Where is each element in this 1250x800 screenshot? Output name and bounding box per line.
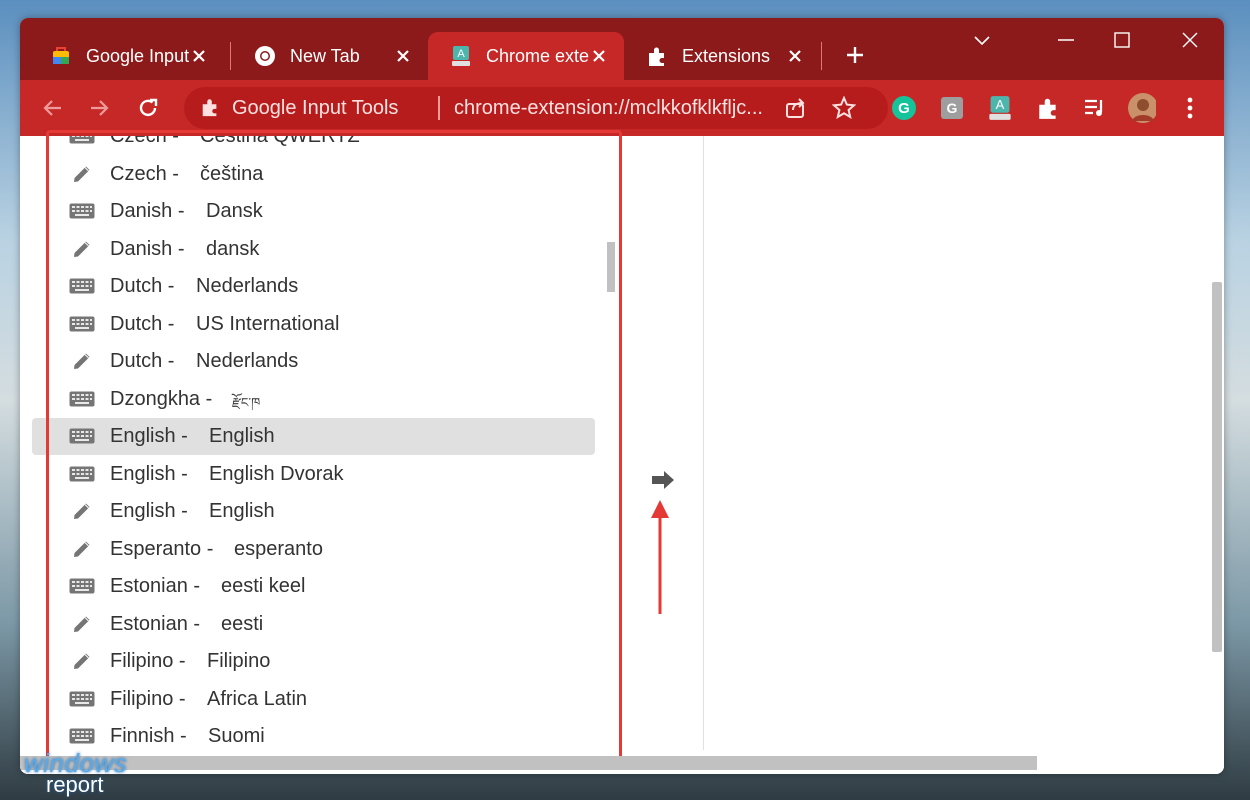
omnibox-divider — [438, 96, 440, 120]
maximize-button[interactable] — [1100, 26, 1144, 54]
tab-search-button[interactable] — [960, 26, 1004, 54]
chrome-icon — [254, 45, 276, 67]
svg-text:G: G — [947, 100, 958, 116]
page-scrollbar-thumb[interactable] — [1212, 282, 1222, 652]
input-tools-extension-icon: A — [450, 45, 472, 67]
tab-separator — [230, 42, 231, 70]
share-icon[interactable] — [784, 96, 808, 126]
close-icon[interactable] — [784, 45, 806, 67]
tab-label: Google Input — [86, 45, 190, 66]
pane-divider — [703, 136, 704, 750]
tab-new-tab[interactable]: New Tab — [232, 32, 428, 80]
tab-extensions[interactable]: Extensions — [624, 32, 820, 80]
window-close-button[interactable] — [1168, 26, 1212, 54]
watermark-line1: windows — [24, 748, 128, 778]
horizontal-scrollbar-thumb[interactable] — [20, 756, 1037, 770]
forward-button[interactable] — [84, 92, 116, 124]
site-title: Google Input Tools — [232, 97, 399, 119]
close-icon[interactable] — [588, 45, 610, 67]
puzzle-icon — [200, 97, 220, 123]
puzzle-icon[interactable] — [1034, 94, 1062, 122]
highlight-annotation — [46, 130, 622, 762]
tab-label: Extensions — [682, 45, 771, 66]
add-language-arrow-icon[interactable] — [650, 469, 676, 491]
svg-text:A: A — [457, 48, 465, 60]
watermark-logo: windows report — [24, 748, 128, 796]
tab-strip: Google Input New Tab A Chrome exte Exten… — [20, 18, 1224, 80]
browser-toolbar: Google Input Tools chrome-extension://mc… — [20, 80, 1224, 136]
back-button[interactable] — [36, 92, 68, 124]
puzzle-icon — [646, 45, 668, 67]
page-content: Czech - Čeština QWERTZ Czech - čeština Danis… — [20, 130, 1224, 774]
reload-button[interactable] — [132, 92, 164, 124]
tab-separator — [821, 42, 822, 70]
google-input-tools-icon — [50, 45, 72, 67]
tab-google-input[interactable]: Google Input — [28, 32, 224, 80]
avatar[interactable] — [1128, 93, 1156, 123]
url-text: chrome-extension://mclkkofklkfljc... — [454, 97, 763, 119]
tab-label: Chrome exte — [486, 45, 590, 66]
minimize-button[interactable] — [1044, 26, 1088, 54]
annotation-arrow-icon — [651, 500, 669, 614]
svg-text:G: G — [898, 100, 910, 117]
g-extension-icon[interactable]: G — [938, 94, 966, 122]
address-bar[interactable]: Google Input Tools chrome-extension://mc… — [184, 87, 888, 129]
browser-window: Google Input New Tab A Chrome exte Exten… — [20, 18, 1224, 774]
svg-text:A: A — [996, 97, 1005, 112]
input-tools-extension-icon[interactable]: A — [986, 94, 1014, 122]
tab-chrome-extension[interactable]: A Chrome exte — [428, 32, 624, 80]
grammarly-icon[interactable]: G — [890, 94, 918, 122]
media-control-icon[interactable] — [1082, 94, 1110, 122]
more-menu-icon[interactable] — [1176, 94, 1204, 122]
new-tab-button[interactable] — [840, 40, 870, 70]
bookmark-star-icon[interactable] — [831, 95, 857, 126]
tab-label: New Tab — [290, 45, 360, 66]
close-icon[interactable] — [392, 45, 414, 67]
close-icon[interactable] — [188, 45, 210, 67]
